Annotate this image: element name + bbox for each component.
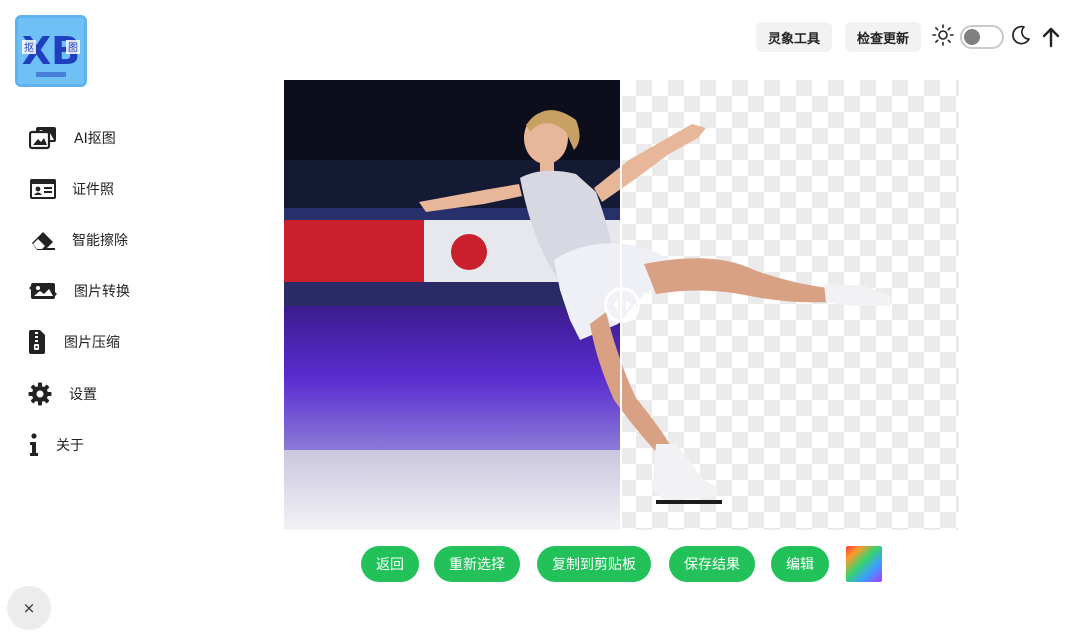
compare-slider-handle[interactable] [604,287,640,323]
logo-right-char: 图 [68,42,78,54]
sidebar-item-label: 关于 [56,438,84,454]
edit-button[interactable]: 编辑 [771,546,829,582]
save-result-button[interactable]: 保存结果 [669,546,755,582]
sidebar-item-label: 智能擦除 [72,233,128,249]
sidebar-item-label: AI抠图 [74,131,116,147]
theme-toggle[interactable] [960,25,1004,49]
sidebar-item-image-compress[interactable]: 图片压缩 [28,322,120,362]
id-card-icon [28,174,58,204]
sidebar-item-settings[interactable]: 设置 [28,374,97,414]
sidebar-item-label: 证件照 [72,182,114,198]
drag-arrows-icon [613,300,631,310]
toggle-knob [964,29,980,45]
images-icon [28,123,58,153]
app-logo: XB 抠 图 [15,15,87,87]
info-icon [28,430,40,460]
sidebar-item-label: 设置 [69,387,97,403]
file-zip-icon [28,327,46,357]
logo-left-char: 抠 [24,41,34,54]
sidebar-item-image-convert[interactable]: 图片转换 [28,271,130,311]
sidebar-item-ai-cutout[interactable]: AI抠图 [28,118,116,158]
gear-icon [28,379,52,409]
check-update-button[interactable]: 检查更新 [845,22,922,52]
image-convert-icon [28,276,58,306]
eraser-icon [28,225,58,255]
image-compare-view[interactable] [284,80,959,530]
reselect-button[interactable]: 重新选择 [434,546,520,582]
sidebar-item-smart-erase[interactable]: 智能擦除 [28,220,128,260]
sidebar-item-label: 图片转换 [74,284,130,300]
logo-graphic: XB 抠 图 [18,18,84,84]
back-button[interactable]: 返回 [361,546,419,582]
sun-icon [932,24,954,46]
sidebar-item-id-photo[interactable]: 证件照 [28,169,114,209]
background-color-picker[interactable] [846,546,882,582]
sidebar-item-label: 图片压缩 [64,335,120,351]
close-button[interactable]: × [7,586,51,630]
tool-button[interactable]: 灵象工具 [756,22,833,52]
scroll-top-icon[interactable] [1040,26,1062,48]
sidebar-item-about[interactable]: 关于 [28,425,84,465]
moon-icon [1010,24,1032,46]
copy-to-clipboard-button[interactable]: 复制到剪贴板 [537,546,651,582]
